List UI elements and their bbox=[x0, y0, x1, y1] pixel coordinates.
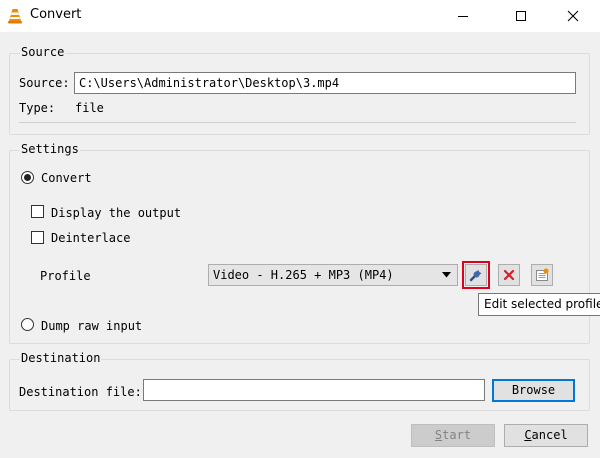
new-profile-button[interactable] bbox=[531, 264, 553, 286]
source-label: Source: bbox=[19, 76, 70, 90]
source-divider bbox=[19, 122, 576, 123]
destination-file-input[interactable] bbox=[143, 379, 485, 401]
source-legend: Source bbox=[20, 45, 66, 59]
edit-profile-button[interactable] bbox=[462, 261, 490, 289]
edit-profile-tooltip: Edit selected profile bbox=[478, 293, 600, 316]
type-value: file bbox=[75, 101, 104, 115]
profile-label: Profile bbox=[40, 269, 91, 283]
destination-legend: Destination bbox=[20, 351, 102, 365]
start-button[interactable]: Start bbox=[411, 424, 495, 447]
cancel-mnemonic: C bbox=[524, 428, 532, 442]
browse-button[interactable]: Browse bbox=[492, 379, 575, 402]
maximize-icon bbox=[516, 11, 526, 21]
type-label: Type: bbox=[19, 101, 56, 115]
close-icon bbox=[567, 10, 579, 22]
profile-select[interactable]: Video - H.265 + MP3 (MP4) bbox=[208, 264, 458, 286]
start-label: tart bbox=[442, 428, 472, 442]
dump-raw-radio[interactable] bbox=[21, 318, 34, 331]
source-input[interactable]: C:\Users\Administrator\Desktop\3.mp4 bbox=[74, 72, 576, 94]
minimize-icon bbox=[458, 16, 468, 17]
window-title: Convert bbox=[30, 7, 82, 22]
settings-legend: Settings bbox=[20, 142, 80, 156]
minimize-button[interactable] bbox=[440, 0, 486, 32]
display-output-checkbox[interactable] bbox=[31, 205, 44, 218]
delete-icon bbox=[503, 269, 515, 281]
delete-profile-button[interactable] bbox=[498, 264, 520, 286]
vlc-cone-icon bbox=[7, 7, 23, 24]
close-button[interactable] bbox=[550, 0, 596, 32]
cancel-button[interactable]: Cancel bbox=[504, 424, 588, 447]
maximize-button[interactable] bbox=[498, 0, 544, 32]
cancel-label: ancel bbox=[531, 428, 568, 442]
display-output-label[interactable]: Display the output bbox=[51, 206, 181, 220]
convert-label[interactable]: Convert bbox=[41, 171, 92, 185]
deinterlace-checkbox[interactable] bbox=[31, 231, 44, 244]
profile-selected-value: Video - H.265 + MP3 (MP4) bbox=[213, 268, 394, 282]
convert-radio[interactable] bbox=[21, 171, 34, 184]
destination-file-label: Destination file: bbox=[19, 385, 142, 399]
new-profile-icon bbox=[536, 268, 549, 281]
title-bar[interactable]: Convert bbox=[0, 0, 600, 32]
chevron-down-icon bbox=[442, 272, 451, 278]
wrench-icon bbox=[469, 270, 482, 282]
dump-raw-label[interactable]: Dump raw input bbox=[41, 319, 142, 333]
deinterlace-label[interactable]: Deinterlace bbox=[51, 231, 130, 245]
